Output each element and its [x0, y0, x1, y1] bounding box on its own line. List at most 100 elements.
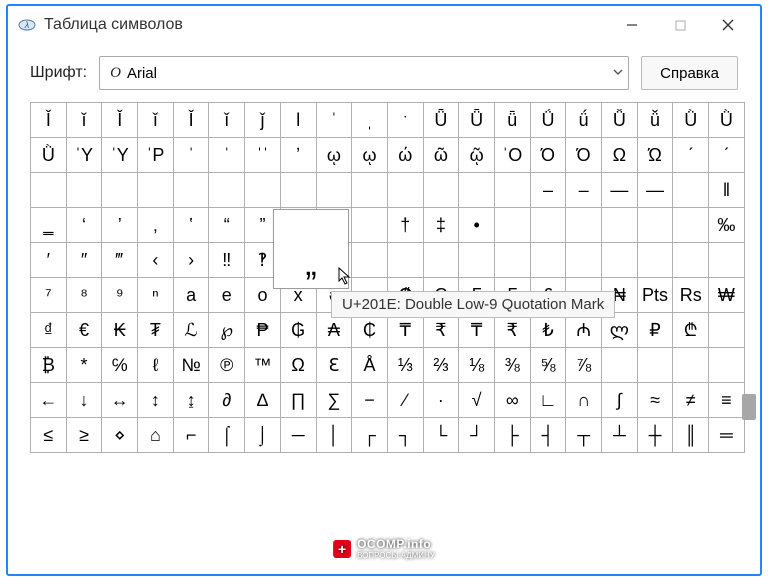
character-cell[interactable] — [138, 173, 174, 208]
character-cell[interactable]: ⁸ — [66, 278, 102, 313]
character-cell[interactable]: ┴ — [602, 418, 638, 453]
character-cell[interactable]: ˑ — [387, 103, 423, 138]
character-cell[interactable]: ← — [31, 383, 67, 418]
character-cell[interactable]: ∫ — [602, 383, 638, 418]
character-cell[interactable]: ⁷ — [31, 278, 67, 313]
character-cell[interactable] — [637, 348, 673, 383]
character-cell[interactable] — [423, 173, 459, 208]
character-cell[interactable]: ˈY — [66, 138, 102, 173]
character-cell[interactable]: ║ — [673, 418, 709, 453]
character-cell[interactable]: Ǜ — [31, 138, 67, 173]
character-cell[interactable]: ‖ — [709, 173, 745, 208]
character-cell[interactable]: ₲ — [280, 313, 316, 348]
character-cell[interactable]: ℇ — [316, 348, 352, 383]
character-cell[interactable]: ↓ — [66, 383, 102, 418]
character-cell[interactable]: ⅛ — [459, 348, 495, 383]
character-cell[interactable]: ǀ — [280, 103, 316, 138]
character-cell[interactable]: ≤ — [31, 418, 67, 453]
character-cell[interactable] — [316, 173, 352, 208]
character-cell[interactable]: • — [459, 208, 495, 243]
character-cell[interactable]: ‡ — [423, 208, 459, 243]
character-cell[interactable]: ǐ — [209, 103, 245, 138]
character-cell[interactable]: ˈΟ — [494, 138, 530, 173]
character-cell[interactable]: ″ — [66, 243, 102, 278]
character-cell[interactable] — [459, 243, 495, 278]
character-cell[interactable] — [459, 173, 495, 208]
character-cell[interactable]: ┘ — [459, 418, 495, 453]
character-cell[interactable]: Ǜ — [709, 103, 745, 138]
character-cell[interactable]: Rs — [673, 278, 709, 313]
character-cell[interactable]: ˈ — [173, 138, 209, 173]
character-cell[interactable] — [209, 173, 245, 208]
character-cell[interactable]: ‹ — [138, 243, 174, 278]
character-cell[interactable]: ═ — [709, 418, 745, 453]
character-cell[interactable]: — — [602, 173, 638, 208]
character-cell[interactable]: Ǜ — [673, 103, 709, 138]
character-cell[interactable] — [673, 243, 709, 278]
character-cell[interactable]: ’ — [102, 208, 138, 243]
character-cell[interactable]: ─ — [280, 418, 316, 453]
character-cell[interactable]: Pts — [637, 278, 673, 313]
character-cell[interactable]: ≥ — [66, 418, 102, 453]
character-cell[interactable] — [102, 173, 138, 208]
scroll-thumb[interactable] — [742, 394, 756, 420]
character-cell[interactable]: ↨ — [173, 383, 209, 418]
character-cell[interactable]: ₮ — [138, 313, 174, 348]
character-cell[interactable] — [494, 208, 530, 243]
character-cell[interactable]: ʼ — [280, 138, 316, 173]
character-cell[interactable]: ⅜ — [494, 348, 530, 383]
character-cell[interactable]: ≡ — [709, 383, 745, 418]
character-cell[interactable]: ′ — [31, 243, 67, 278]
character-cell[interactable] — [637, 208, 673, 243]
character-cell[interactable]: ┐ — [387, 418, 423, 453]
character-cell[interactable]: ǐ — [66, 103, 102, 138]
character-cell[interactable]: ℗ — [209, 348, 245, 383]
character-cell[interactable]: ˈˈ — [245, 138, 281, 173]
character-cell[interactable] — [602, 348, 638, 383]
character-cell[interactable]: e — [209, 278, 245, 313]
character-cell[interactable]: Ό — [566, 138, 602, 173]
character-cell[interactable] — [709, 313, 745, 348]
character-cell[interactable]: ₱ — [245, 313, 281, 348]
character-cell[interactable]: ∩ — [566, 383, 602, 418]
character-cell[interactable]: ∂ — [209, 383, 245, 418]
character-cell[interactable]: ℘ — [209, 313, 245, 348]
character-cell[interactable]: ǖ — [494, 103, 530, 138]
character-cell[interactable]: ǰ — [245, 103, 281, 138]
character-cell[interactable]: Ǖ — [423, 103, 459, 138]
help-button[interactable]: Справка — [641, 56, 738, 90]
character-cell[interactable]: ₫ — [31, 313, 67, 348]
character-cell[interactable]: ― — [637, 173, 673, 208]
character-cell[interactable]: ∙ — [423, 383, 459, 418]
character-cell[interactable]: ῳ — [316, 138, 352, 173]
character-cell[interactable]: ≈ — [637, 383, 673, 418]
character-cell[interactable] — [387, 243, 423, 278]
character-cell[interactable]: ∑ — [316, 383, 352, 418]
character-cell[interactable]: ˊ — [673, 138, 709, 173]
character-cell[interactable]: ≠ — [673, 383, 709, 418]
character-cell[interactable]: ↕ — [138, 383, 174, 418]
character-cell[interactable]: √ — [459, 383, 495, 418]
character-cell[interactable]: Ό — [530, 138, 566, 173]
character-cell[interactable] — [423, 243, 459, 278]
character-cell[interactable]: ‘ — [66, 208, 102, 243]
character-cell[interactable]: ‴ — [102, 243, 138, 278]
character-cell[interactable]: ǚ — [637, 103, 673, 138]
character-cell[interactable]: † — [387, 208, 423, 243]
character-cell[interactable] — [352, 243, 388, 278]
character-cell[interactable] — [709, 243, 745, 278]
close-button[interactable] — [704, 9, 752, 41]
character-cell[interactable] — [352, 208, 388, 243]
character-cell[interactable]: ⁹ — [102, 278, 138, 313]
character-cell[interactable]: ℒ — [173, 313, 209, 348]
character-cell[interactable]: ‰ — [709, 208, 745, 243]
character-cell[interactable]: Ǚ — [602, 103, 638, 138]
character-cell[interactable]: a — [173, 278, 209, 313]
character-cell[interactable]: ⌐ — [173, 418, 209, 453]
character-cell[interactable] — [566, 243, 602, 278]
character-cell[interactable] — [709, 348, 745, 383]
character-cell[interactable] — [602, 243, 638, 278]
character-cell[interactable]: – — [566, 173, 602, 208]
character-cell[interactable]: ῳ — [352, 138, 388, 173]
character-cell[interactable]: ℓ — [138, 348, 174, 383]
